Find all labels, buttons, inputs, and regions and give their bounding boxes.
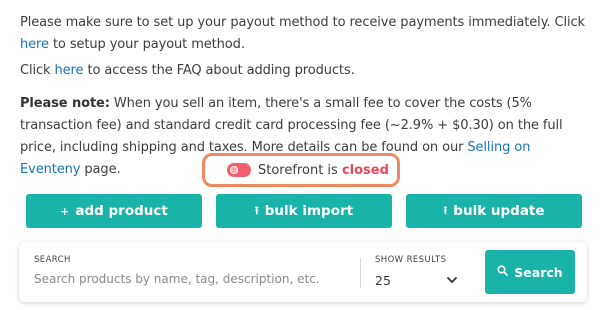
search-button-label: Search (514, 264, 563, 280)
show-results-value: 25 (375, 272, 391, 288)
faq-link[interactable]: here (55, 63, 84, 78)
fee-notice-label: Please note: (20, 96, 110, 111)
faq-notice-text: Click (20, 63, 55, 78)
payout-notice-text-end: to setup your payout method. (48, 37, 245, 52)
search-panel: SEARCH SHOW RESULTS 25 Search (19, 242, 587, 302)
bulk-update-button[interactable]: ⭱ bulk update (406, 194, 582, 228)
upload-icon: ⭱ (443, 203, 448, 217)
storefront-label: Storefront is (258, 162, 338, 178)
payout-notice: Please make sure to set up your payout m… (20, 12, 585, 56)
bulk-update-label: bulk update (453, 203, 545, 219)
storefront-status-label: Storefront is closed (258, 163, 389, 178)
faq-notice: Click here to access the FAQ about addin… (20, 60, 585, 82)
payout-notice-text: Please make sure to set up your payout m… (20, 15, 585, 30)
storefront-toggle[interactable] (227, 163, 251, 177)
bulk-import-label: bulk import (264, 203, 354, 219)
search-label: SEARCH (34, 255, 71, 265)
search-input[interactable] (34, 270, 354, 288)
show-results-label: SHOW RESULTS (375, 255, 447, 265)
faq-notice-text-end: to access the FAQ about adding products. (83, 63, 355, 78)
add-product-button[interactable]: + add product (26, 194, 202, 228)
payout-setup-link[interactable]: here (20, 37, 49, 52)
magnifier-icon (497, 265, 509, 279)
plus-icon: + (60, 204, 70, 218)
storefront-status: Storefront is closed (202, 153, 400, 187)
divider (360, 258, 361, 288)
search-button[interactable]: Search (485, 250, 575, 294)
bulk-import-button[interactable]: ⭱ bulk import (216, 194, 392, 228)
toggle-knob (230, 166, 238, 174)
chevron-down-icon (447, 274, 457, 287)
add-product-label: add product (75, 203, 168, 219)
fee-notice-text-end: page. (80, 162, 121, 177)
upload-icon: ⭱ (254, 203, 259, 217)
storefront-status-value: closed (341, 162, 389, 178)
show-results-select[interactable]: 25 (375, 270, 461, 290)
